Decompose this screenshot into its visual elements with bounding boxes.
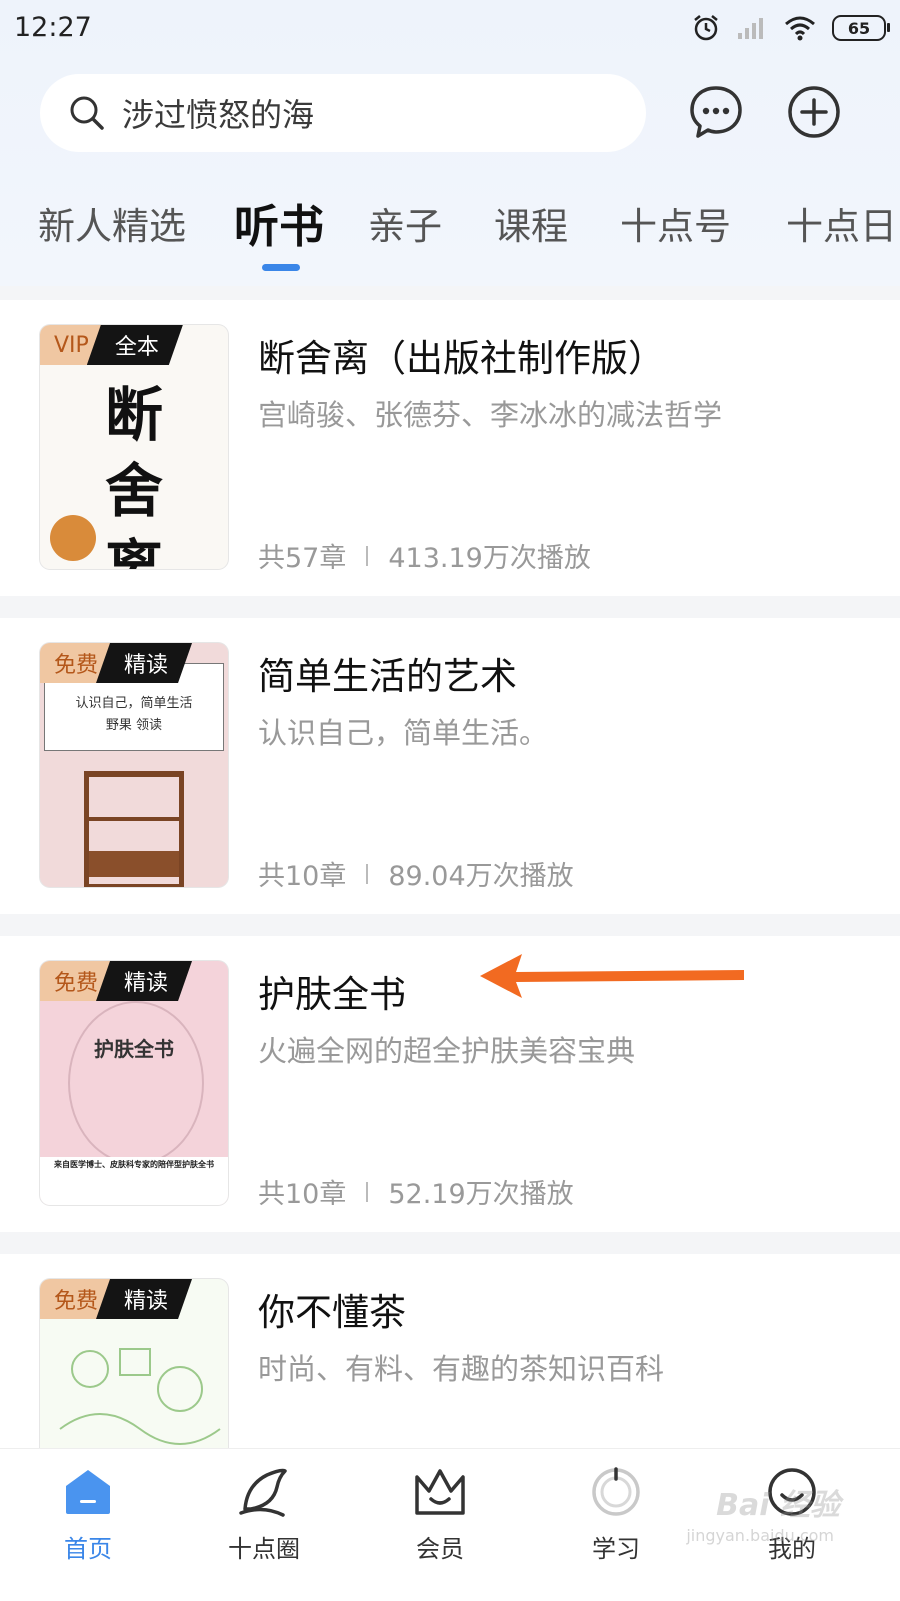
watermark-logo: Bai 经验	[716, 1488, 840, 1523]
chapter-count: 共10章	[258, 861, 347, 892]
cover-frame-ornament	[68, 1001, 204, 1165]
search-icon	[68, 94, 106, 132]
list-divider	[0, 914, 900, 936]
circle-feather-icon	[235, 1463, 293, 1521]
book-title[interactable]: 断舍离（出版社制作版）	[258, 328, 665, 382]
battery-indicator: 65	[832, 15, 890, 41]
tab-audiobooks[interactable]: 听书	[234, 190, 324, 255]
badge-type-label: 精读	[96, 1279, 192, 1319]
status-time: 12:27	[14, 12, 92, 43]
signal-icon	[736, 15, 768, 41]
tab-courses[interactable]: 课程	[494, 196, 568, 250]
alarm-icon	[692, 14, 720, 42]
watermark-url: jingyan.baidu.com	[686, 1526, 834, 1545]
book-item[interactable]: 护肤全书 来自医学博士、皮肤科专家的陪伴型护肤全书 免费 精读 护肤全书 火遍全…	[0, 936, 900, 1232]
meta-separator	[366, 1181, 369, 1202]
battery-level: 65	[847, 18, 871, 38]
list-divider	[0, 286, 900, 300]
search-input[interactable]: 涉过愤怒的海	[122, 90, 314, 136]
book-title[interactable]: 护肤全书	[258, 964, 406, 1018]
list-divider	[0, 596, 900, 618]
tab-shidianri[interactable]: 十点日	[786, 196, 897, 250]
nav-label: 首页	[64, 1535, 112, 1563]
book-cover[interactable]: 护肤全书 来自医学博士、皮肤科专家的陪伴型护肤全书 免费 精读	[40, 961, 228, 1205]
play-count: 413.19万次播放	[388, 543, 591, 574]
tab-new-picks[interactable]: 新人精选	[38, 196, 186, 250]
list-divider	[0, 1232, 900, 1254]
meta-separator	[366, 863, 369, 884]
nav-shidianquan[interactable]: 十点圈	[204, 1463, 324, 1564]
book-cover[interactable]: 免费 精读	[40, 1279, 228, 1448]
study-ring-icon	[587, 1463, 645, 1521]
crown-icon	[411, 1463, 469, 1521]
book-description: 火遍全网的超全护肤美容宝典	[258, 1034, 636, 1068]
book-description: 认识自己，简单生活。	[258, 716, 549, 750]
active-tab-indicator	[262, 264, 300, 271]
annotation-arrow-icon	[476, 950, 748, 1006]
book-item[interactable]: 断 舍 离 VIP 全本 断舍离（出版社制作版） 宫崎骏、张德芬、李冰冰的减法哲…	[0, 300, 900, 596]
book-description: 时尚、有料、有趣的茶知识百科	[258, 1352, 665, 1386]
cover-text: 认识自己，简单生活 野果 领读	[75, 696, 193, 733]
cover-title: 护肤全书	[94, 1037, 174, 1061]
tab-parenting[interactable]: 亲子	[368, 196, 442, 250]
category-tabs: 新人精选 听书 亲子 课程 十点号 十点日	[0, 196, 900, 286]
nav-home[interactable]: 首页	[28, 1463, 148, 1564]
chat-bubble-icon	[688, 84, 744, 144]
nav-member[interactable]: 会员	[380, 1463, 500, 1564]
chapter-count: 共10章	[258, 1179, 347, 1210]
cover-shelf-image	[84, 771, 184, 887]
nav-label: 十点圈	[228, 1535, 300, 1563]
home-icon	[59, 1463, 117, 1521]
book-meta: 共10章 52.19万次播放	[258, 1172, 574, 1211]
book-item[interactable]: 认识自己，简单生活 野果 领读 免费 精读 简单生活的艺术 认识自己，简单生活。…	[0, 618, 900, 914]
book-title[interactable]: 简单生活的艺术	[258, 646, 517, 700]
free-badge: 免费 精读	[40, 961, 192, 1001]
cover-seal	[50, 515, 96, 561]
play-count: 89.04万次播放	[388, 861, 574, 892]
nav-study[interactable]: 学习	[556, 1463, 676, 1564]
badge-type-label: 精读	[96, 961, 192, 1001]
status-icons: 65	[692, 14, 890, 42]
wifi-icon	[784, 15, 816, 41]
bottom-navigation: 首页 十点圈 会员 学习 我的	[0, 1448, 900, 1601]
book-cover[interactable]: 断 舍 离 VIP 全本	[40, 325, 228, 569]
badge-type-label: 精读	[96, 643, 192, 683]
status-bar: 12:27 65	[0, 0, 900, 60]
free-badge: 免费 精读	[40, 643, 192, 683]
message-button[interactable]	[688, 86, 744, 142]
tab-shidianhao[interactable]: 十点号	[620, 196, 731, 250]
plus-circle-icon	[786, 84, 842, 144]
book-title[interactable]: 你不懂茶	[258, 1282, 406, 1336]
book-item[interactable]: 免费 精读 你不懂茶 时尚、有料、有趣的茶知识百科	[0, 1254, 900, 1448]
chapter-count: 共57章	[258, 543, 347, 574]
cover-subtitle: 来自医学博士、皮肤科专家的陪伴型护肤全书	[54, 1159, 214, 1169]
book-cover[interactable]: 认识自己，简单生活 野果 领读 免费 精读	[40, 643, 228, 887]
vip-badge: VIP 全本	[40, 325, 183, 365]
free-badge: 免费 精读	[40, 1279, 192, 1319]
add-button[interactable]	[786, 86, 842, 142]
play-count: 52.19万次播放	[388, 1179, 574, 1210]
search-bar[interactable]: 涉过愤怒的海	[40, 74, 646, 152]
book-meta: 共10章 89.04万次播放	[258, 854, 574, 893]
book-meta: 共57章 413.19万次播放	[258, 536, 591, 575]
nav-label: 会员	[416, 1535, 464, 1563]
book-description: 宫崎骏、张德芬、李冰冰的减法哲学	[258, 398, 723, 432]
meta-separator	[366, 545, 369, 566]
badge-type-label: 全本	[87, 325, 183, 365]
nav-label: 学习	[592, 1535, 640, 1563]
